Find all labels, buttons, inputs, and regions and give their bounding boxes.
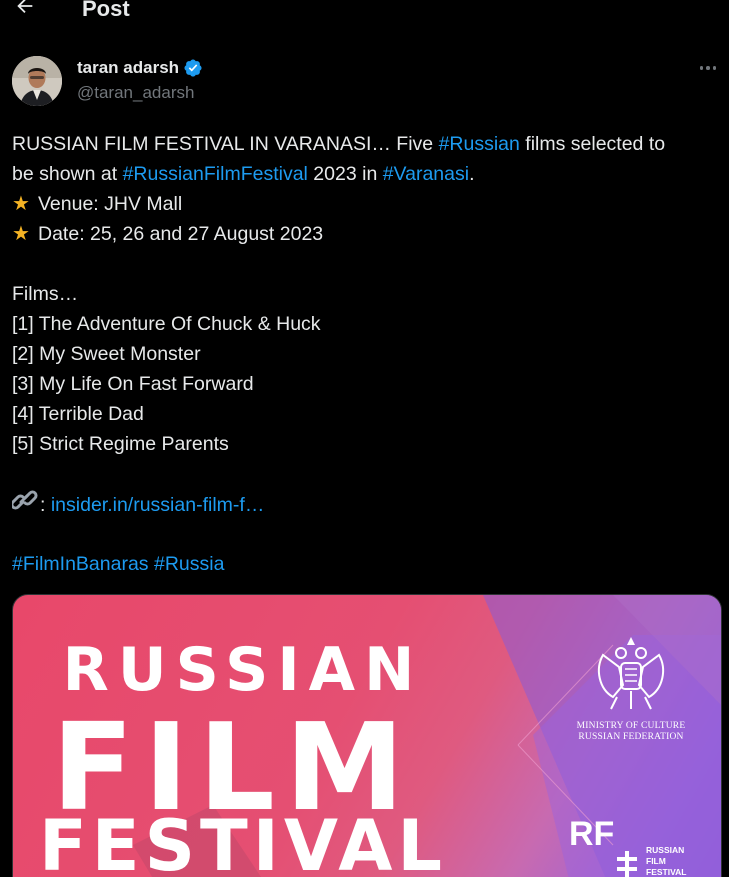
external-link[interactable]: insider.in/russian-film-f… (51, 494, 264, 516)
rf-logo-line: FESTIVAL (646, 867, 687, 877)
tweet-text-segment: be shown at (12, 163, 123, 185)
hashtag-varanasi[interactable]: #Varanasi (383, 163, 469, 185)
rf-logo-letters: RF (569, 815, 615, 853)
tweet-text-segment: films selected to (519, 133, 666, 155)
avatar-image (12, 56, 62, 106)
more-horizontal-icon-dot (712, 66, 717, 70)
rf-logo-line: RUSSIAN (646, 845, 685, 855)
hashtag-line: #FilmInBanaras #Russia (12, 549, 720, 579)
ministry-line: MINISTRY OF CULTURE (576, 721, 686, 731)
author-name-text: taran adarsh (77, 58, 180, 77)
tweet-line: be shown at #RussianFilmFestival 2023 in… (12, 159, 720, 189)
hashtag-russia[interactable]: #Russia (154, 553, 224, 575)
chain-link-emoji-icon (10, 489, 40, 520)
author-name[interactable]: taran adarsh (77, 58, 203, 78)
tweet-text-segment: . (469, 163, 475, 185)
tweet-text: RUSSIAN FILM FESTIVAL IN VARANASI… Five … (10, 129, 720, 579)
film-item: [4] Terrible Dad (12, 403, 144, 425)
ministry-line: RUSSIAN FEDERATION (578, 732, 684, 742)
ministry-caption: MINISTRY OF CULTURE RUSSIAN FEDERATION (561, 721, 701, 743)
rf-logo-caption: RUSSIAN FILM FESTIVAL (646, 845, 716, 877)
more-horizontal-icon-dot (706, 66, 710, 70)
back-button[interactable] (10, 0, 40, 20)
verified-badge-icon (184, 59, 202, 77)
post-page: Post taran adarsh @taran_adarsh RUSSIAN … (0, 0, 729, 877)
link-prefix: : (40, 494, 46, 516)
film-item: [3] My Life On Fast Forward (12, 373, 254, 395)
link-line: : insider.in/russian-film-f… (10, 489, 720, 520)
venue-text: Venue: JHV Mall (38, 193, 183, 215)
tweet-text-segment: RUSSIAN FILM FESTIVAL IN VARANASI… Five (12, 133, 439, 155)
star-emoji-icon: ★ (12, 193, 30, 215)
hashtag-russian[interactable]: #Russian (439, 133, 520, 155)
poster-word-russian: RUSSIAN (62, 635, 424, 705)
avatar[interactable] (12, 56, 62, 106)
star-emoji-icon: ★ (12, 223, 30, 245)
arrow-left-icon (17, 0, 33, 14)
film-item: [1] The Adventure Of Chuck & Huck (12, 313, 321, 335)
poster-word-festival: FESTIVAL (38, 805, 448, 877)
date-text: Date: 25, 26 and 27 August 2023 (38, 223, 324, 245)
date-line: ★ Date: 25, 26 and 27 August 2023 (12, 219, 720, 249)
more-options-button[interactable] (697, 58, 719, 78)
page-title: Post (82, 0, 130, 21)
films-heading: Films… (12, 283, 79, 305)
tweet-line: RUSSIAN FILM FESTIVAL IN VARANASI… Five … (12, 129, 720, 159)
venue-line: ★ Venue: JHV Mall (12, 189, 720, 219)
film-item: [2] My Sweet Monster (12, 343, 201, 365)
header: Post (0, 0, 729, 26)
hashtag-russian-film-festival[interactable]: #RussianFilmFestival (123, 163, 308, 185)
tweet-text-segment: 2023 in (307, 163, 383, 185)
more-horizontal-icon (699, 66, 704, 70)
film-item: [5] Strict Regime Parents (12, 433, 229, 455)
rf-logo-line: FILM (646, 856, 666, 866)
hashtag-film-in-banaras[interactable]: #FilmInBanaras (12, 553, 149, 575)
author-handle[interactable]: @taran_adarsh (77, 83, 194, 103)
media-image[interactable]: RUSSIAN FILM FESTIVAL MINISTRY OF CULTUR… (12, 594, 722, 877)
